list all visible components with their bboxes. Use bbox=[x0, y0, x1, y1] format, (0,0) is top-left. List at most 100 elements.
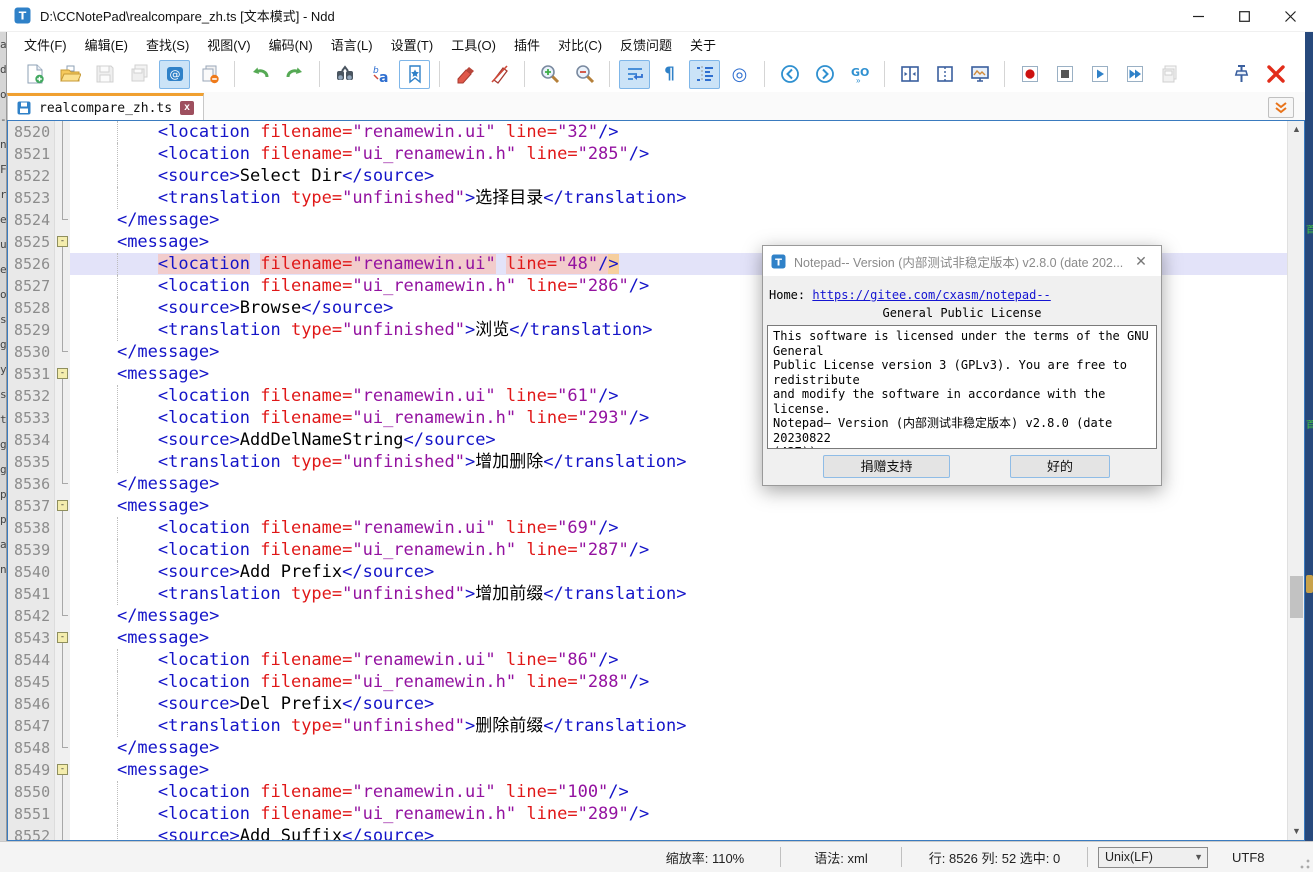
menu-item-[interactable]: 反馈问题 bbox=[611, 32, 681, 57]
ok-button[interactable]: 好的 bbox=[1010, 455, 1110, 478]
code-text[interactable]: <source>Add Suffix</source> bbox=[70, 825, 1287, 840]
code-text[interactable]: </message> bbox=[70, 605, 1287, 627]
code-line[interactable]: 8549- <message> bbox=[8, 759, 1287, 781]
menu-item-v[interactable]: 视图(V) bbox=[198, 32, 259, 57]
code-line[interactable]: 8550 <location filename="renamewin.ui" l… bbox=[8, 781, 1287, 803]
code-line[interactable]: 8543- <message> bbox=[8, 627, 1287, 649]
code-text[interactable]: <translation type="unfinished">选择目录</tra… bbox=[70, 187, 1287, 209]
fold-collapse-icon[interactable]: - bbox=[57, 764, 68, 775]
code-text[interactable]: <source>Select Dir</source> bbox=[70, 165, 1287, 187]
code-text[interactable]: <location filename="ui_renamewin.h" line… bbox=[70, 803, 1287, 825]
format-at-button[interactable]: @ bbox=[159, 60, 190, 89]
code-line[interactable]: 8552 <source>Add Suffix</source> bbox=[8, 825, 1287, 840]
code-text[interactable]: <location filename="renamewin.ui" line="… bbox=[70, 649, 1287, 671]
menu-item-l[interactable]: 语言(L) bbox=[322, 32, 382, 57]
scroll-down-arrow[interactable]: ▼ bbox=[1288, 823, 1305, 840]
code-line[interactable]: 8544 <location filename="renamewin.ui" l… bbox=[8, 649, 1287, 671]
menu-item-e[interactable]: 编辑(E) bbox=[76, 32, 137, 57]
fold-margin[interactable]: - bbox=[54, 759, 70, 781]
code-text[interactable]: <message> bbox=[70, 759, 1287, 781]
nav-forward-button[interactable] bbox=[809, 60, 840, 89]
donate-button[interactable]: 捐赠支持 bbox=[823, 455, 950, 478]
code-text[interactable]: <location filename="ui_renamewin.h" line… bbox=[70, 671, 1287, 693]
code-line[interactable]: 8548 </message> bbox=[8, 737, 1287, 759]
code-line[interactable]: 8541 <translation type="unfinished">增加前缀… bbox=[8, 583, 1287, 605]
fold-margin[interactable]: - bbox=[54, 363, 70, 385]
code-text[interactable]: <location filename="ui_renamewin.h" line… bbox=[70, 539, 1287, 561]
minimize-button[interactable] bbox=[1175, 0, 1221, 32]
dialog-close-icon[interactable]: ✕ bbox=[1129, 253, 1153, 270]
show-paragraph-button[interactable]: ¶ bbox=[654, 60, 685, 89]
find-button[interactable] bbox=[329, 60, 360, 89]
code-text[interactable]: <message> bbox=[70, 495, 1287, 517]
fold-collapse-icon[interactable]: - bbox=[57, 236, 68, 247]
code-line[interactable]: 8551 <location filename="ui_renamewin.h"… bbox=[8, 803, 1287, 825]
stop-macro-button[interactable] bbox=[1049, 60, 1080, 89]
focus-mode-button[interactable]: ◎ bbox=[724, 60, 755, 89]
compare-files-button[interactable] bbox=[894, 60, 925, 89]
code-text[interactable]: <source>Add Prefix</source> bbox=[70, 561, 1287, 583]
fold-margin[interactable]: - bbox=[54, 231, 70, 253]
mark-pen-button[interactable] bbox=[449, 60, 480, 89]
tab-list-chevron-button[interactable] bbox=[1268, 97, 1294, 118]
maximize-button[interactable] bbox=[1221, 0, 1267, 32]
code-text[interactable]: </message> bbox=[70, 737, 1287, 759]
scroll-up-arrow[interactable]: ▲ bbox=[1288, 121, 1305, 138]
open-file-button[interactable] bbox=[54, 60, 85, 89]
resize-grip[interactable] bbox=[1300, 859, 1310, 869]
fold-collapse-icon[interactable]: - bbox=[57, 632, 68, 643]
word-wrap-button[interactable] bbox=[619, 60, 650, 89]
code-text[interactable]: <location filename="renamewin.ui" line="… bbox=[70, 121, 1287, 143]
code-line[interactable]: 8545 <location filename="ui_renamewin.h"… bbox=[8, 671, 1287, 693]
tab-realcompare-zh-ts[interactable]: realcompare_zh.ts x bbox=[7, 93, 204, 120]
code-text[interactable]: <message> bbox=[70, 627, 1287, 649]
code-line[interactable]: 8524 </message> bbox=[8, 209, 1287, 231]
tab-close-icon[interactable]: x bbox=[180, 101, 194, 115]
homepage-link[interactable]: https://gitee.com/cxasm/notepad-- bbox=[812, 288, 1050, 302]
close-all-button[interactable] bbox=[194, 60, 225, 89]
save-file-button[interactable] bbox=[89, 60, 120, 89]
scrollbar-thumb[interactable] bbox=[1290, 576, 1303, 618]
nav-back-button[interactable] bbox=[774, 60, 805, 89]
code-line[interactable]: 8522 <source>Select Dir</source> bbox=[8, 165, 1287, 187]
bookmark-button[interactable] bbox=[399, 60, 430, 89]
clear-mark-button[interactable] bbox=[484, 60, 515, 89]
screen-capture-button[interactable] bbox=[964, 60, 995, 89]
fold-collapse-icon[interactable]: - bbox=[57, 500, 68, 511]
save-all-button[interactable] bbox=[124, 60, 155, 89]
code-text[interactable]: </message> bbox=[70, 209, 1287, 231]
compare-split-button[interactable] bbox=[929, 60, 960, 89]
menu-item-o[interactable]: 工具(O) bbox=[442, 32, 505, 57]
goto-line-button[interactable]: GO» bbox=[844, 60, 875, 89]
zoom-in-button[interactable] bbox=[534, 60, 565, 89]
redo-button[interactable] bbox=[279, 60, 310, 89]
code-line[interactable]: 8540 <source>Add Prefix</source> bbox=[8, 561, 1287, 583]
save-macro-button[interactable] bbox=[1154, 60, 1185, 89]
code-line[interactable]: 8523 <translation type="unfinished">选择目录… bbox=[8, 187, 1287, 209]
record-macro-button[interactable] bbox=[1014, 60, 1045, 89]
undo-button[interactable] bbox=[244, 60, 275, 89]
menu-item-t[interactable]: 设置(T) bbox=[382, 32, 443, 57]
pin-button[interactable] bbox=[1225, 60, 1256, 89]
fold-margin[interactable]: - bbox=[54, 627, 70, 649]
code-text[interactable]: <source>Del Prefix</source> bbox=[70, 693, 1287, 715]
code-line[interactable]: 8539 <location filename="ui_renamewin.h"… bbox=[8, 539, 1287, 561]
vertical-scrollbar[interactable]: ▲ ▼ bbox=[1287, 121, 1304, 840]
menu-item-n[interactable]: 编码(N) bbox=[260, 32, 322, 57]
code-line[interactable]: 8546 <source>Del Prefix</source> bbox=[8, 693, 1287, 715]
play-macro-multi-button[interactable] bbox=[1119, 60, 1150, 89]
close-button[interactable] bbox=[1267, 0, 1313, 32]
close-window-button[interactable] bbox=[1260, 60, 1291, 89]
menu-item-c[interactable]: 对比(C) bbox=[549, 32, 611, 57]
code-line[interactable]: 8538 <location filename="renamewin.ui" l… bbox=[8, 517, 1287, 539]
menu-item-[interactable]: 关于 bbox=[681, 32, 725, 57]
line-ending-select[interactable]: Unix(LF) ▼ bbox=[1098, 847, 1208, 868]
code-text[interactable]: <translation type="unfinished">增加前缀</tra… bbox=[70, 583, 1287, 605]
code-line[interactable]: 8521 <location filename="ui_renamewin.h"… bbox=[8, 143, 1287, 165]
code-line[interactable]: 8520 <location filename="renamewin.ui" l… bbox=[8, 121, 1287, 143]
code-line[interactable]: 8542 </message> bbox=[8, 605, 1287, 627]
zoom-out-button[interactable] bbox=[569, 60, 600, 89]
fold-collapse-icon[interactable]: - bbox=[57, 368, 68, 379]
fold-margin[interactable]: - bbox=[54, 495, 70, 517]
code-text[interactable]: <location filename="renamewin.ui" line="… bbox=[70, 517, 1287, 539]
